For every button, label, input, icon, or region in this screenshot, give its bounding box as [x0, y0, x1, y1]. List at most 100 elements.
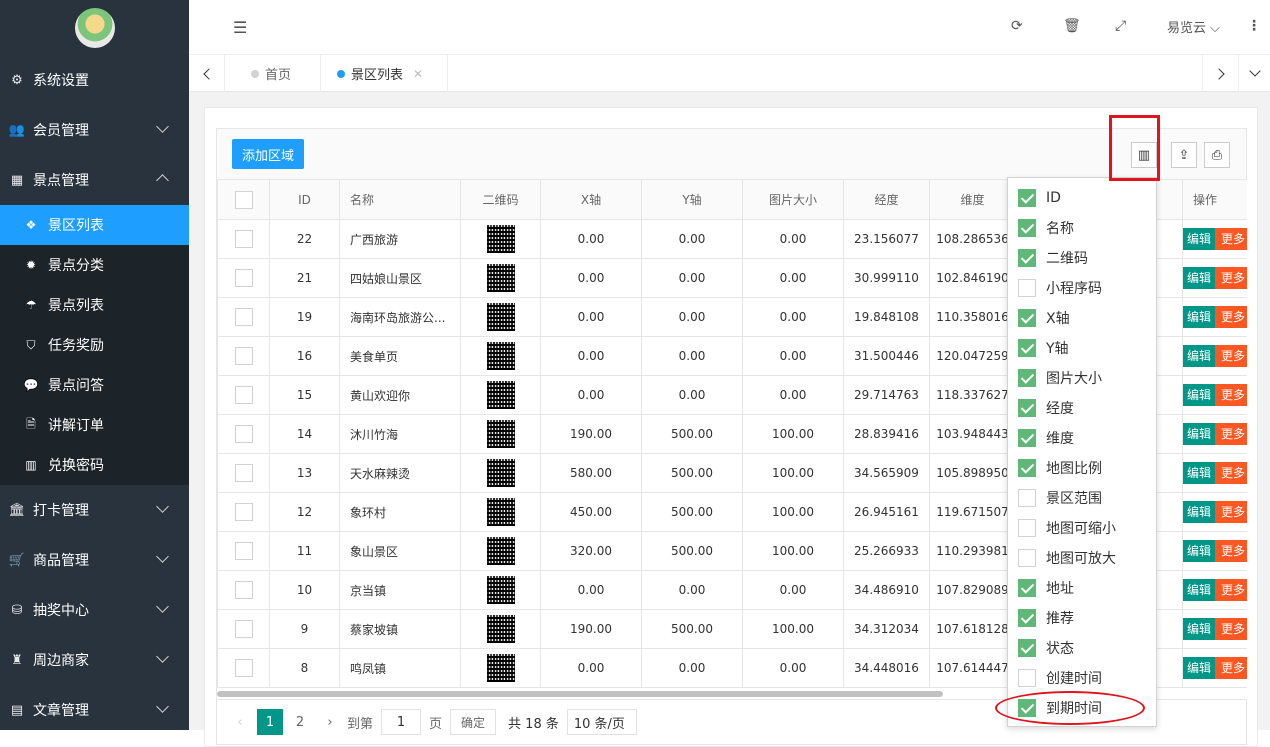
- checked-checkbox-icon[interactable]: [1018, 429, 1036, 447]
- checked-checkbox-icon[interactable]: [1018, 309, 1036, 327]
- user-menu[interactable]: 易览云 ⌵: [1167, 17, 1220, 36]
- more-button[interactable]: 更多 ⌵: [1215, 657, 1247, 679]
- checked-checkbox-icon[interactable]: [1018, 399, 1036, 417]
- checked-checkbox-icon[interactable]: [1018, 189, 1036, 207]
- column-toggle-item[interactable]: 图片大小: [1008, 363, 1156, 393]
- column-header[interactable]: 维度: [929, 179, 1016, 220]
- sidebar-subitem-area-list[interactable]: ❖ 景区列表: [0, 205, 189, 245]
- trash-icon[interactable]: 🗑: [1063, 18, 1081, 34]
- qrcode-image[interactable]: [486, 225, 515, 253]
- more-button[interactable]: 更多 ⌵: [1215, 618, 1247, 640]
- sidebar-item-scenic[interactable]: ▦ 景点管理: [0, 155, 189, 205]
- checked-checkbox-icon[interactable]: [1018, 459, 1036, 477]
- qrcode-image[interactable]: [486, 303, 515, 331]
- edit-button[interactable]: 编辑: [1183, 423, 1216, 445]
- row-checkbox[interactable]: [217, 336, 270, 376]
- page-button[interactable]: 1: [257, 709, 283, 735]
- row-checkbox[interactable]: [217, 258, 270, 298]
- confirm-button[interactable]: 确定: [450, 709, 497, 735]
- unchecked-checkbox-icon[interactable]: [1018, 519, 1036, 537]
- qrcode-image[interactable]: [486, 537, 515, 565]
- sidebar-subitem-orders[interactable]: 🗎 讲解订单: [0, 405, 189, 445]
- edit-button[interactable]: 编辑: [1183, 345, 1216, 367]
- more-button[interactable]: 更多 ⌵: [1215, 306, 1247, 328]
- row-checkbox[interactable]: [217, 492, 270, 532]
- row-checkbox[interactable]: [217, 219, 270, 259]
- edit-button[interactable]: 编辑: [1183, 501, 1216, 523]
- tab-menu-button[interactable]: [1238, 55, 1270, 92]
- more-button[interactable]: 更多 ⌵: [1215, 540, 1247, 562]
- edit-button[interactable]: 编辑: [1183, 384, 1216, 406]
- column-toggle-item[interactable]: 维度: [1008, 423, 1156, 453]
- column-toggle-item[interactable]: 名称: [1008, 213, 1156, 243]
- column-header[interactable]: ID: [269, 179, 340, 220]
- column-toggle-item[interactable]: 地图可放大: [1008, 543, 1156, 573]
- column-toggle-item[interactable]: 景区范围: [1008, 483, 1156, 513]
- checked-checkbox-icon[interactable]: [1018, 639, 1036, 657]
- sidebar-item-merchants[interactable]: ♜ 周边商家: [0, 635, 189, 685]
- checked-checkbox-icon[interactable]: [1018, 369, 1036, 387]
- sidebar-subitem-category[interactable]: ✹ 景点分类: [0, 245, 189, 285]
- column-toggle-item[interactable]: 小程序码: [1008, 273, 1156, 303]
- column-toggle-item[interactable]: Y轴: [1008, 333, 1156, 363]
- sidebar-subitem-codes[interactable]: ▥ 兑换密码: [0, 445, 189, 485]
- column-toggle-item[interactable]: 经度: [1008, 393, 1156, 423]
- close-icon[interactable]: ✕: [413, 67, 423, 81]
- row-checkbox[interactable]: [217, 531, 270, 571]
- more-vertical-icon[interactable]: ⋮: [1247, 18, 1261, 34]
- qrcode-image[interactable]: [486, 420, 515, 448]
- row-checkbox[interactable]: [217, 297, 270, 337]
- page-button[interactable]: 2: [287, 709, 313, 735]
- column-header[interactable]: 二维码: [460, 179, 541, 220]
- page-size-select[interactable]: 10 条/页: [566, 709, 637, 735]
- column-header[interactable]: 图片大小: [742, 179, 844, 220]
- more-button[interactable]: 更多 ⌵: [1215, 384, 1247, 406]
- edit-button[interactable]: 编辑: [1183, 267, 1216, 289]
- refresh-icon[interactable]: ⟳: [1011, 18, 1023, 34]
- qrcode-image[interactable]: [486, 576, 515, 604]
- qrcode-image[interactable]: [486, 342, 515, 370]
- sidebar-subitem-qa[interactable]: 💬 景点问答: [0, 365, 189, 405]
- column-toggle-item[interactable]: ID: [1008, 183, 1156, 213]
- column-toggle-item[interactable]: 创建时间: [1008, 663, 1156, 693]
- more-button[interactable]: 更多 ⌵: [1215, 228, 1247, 250]
- tab-prev-button[interactable]: [189, 55, 225, 92]
- sidebar-item-goods[interactable]: 🛒 商品管理: [0, 535, 189, 585]
- goto-page-input[interactable]: 1: [381, 709, 422, 735]
- sidebar-item-lottery[interactable]: ⛁ 抽奖中心: [0, 585, 189, 635]
- tab-next-button[interactable]: [1202, 55, 1238, 92]
- unchecked-checkbox-icon[interactable]: [1018, 549, 1036, 567]
- menu-fold-icon[interactable]: ☰: [233, 18, 247, 37]
- qrcode-image[interactable]: [486, 654, 515, 682]
- row-checkbox[interactable]: [217, 453, 270, 493]
- sidebar-item-checkin[interactable]: 🏛 打卡管理: [0, 485, 189, 535]
- fullscreen-icon[interactable]: ⤢: [1115, 18, 1126, 34]
- column-header[interactable]: 名称: [339, 179, 461, 220]
- more-button[interactable]: 更多 ⌵: [1215, 267, 1247, 289]
- qrcode-image[interactable]: [486, 498, 515, 526]
- page-prev-icon[interactable]: ‹: [227, 709, 253, 735]
- qrcode-image[interactable]: [486, 381, 515, 409]
- edit-button[interactable]: 编辑: [1183, 462, 1216, 484]
- checked-checkbox-icon[interactable]: [1018, 579, 1036, 597]
- qrcode-image[interactable]: [486, 459, 515, 487]
- edit-button[interactable]: 编辑: [1183, 618, 1216, 640]
- checked-checkbox-icon[interactable]: [1018, 219, 1036, 237]
- checked-checkbox-icon[interactable]: [1018, 609, 1036, 627]
- column-toggle-item[interactable]: 地图比例: [1008, 453, 1156, 483]
- page-next-icon[interactable]: ›: [317, 709, 343, 735]
- sidebar-subitem-rewards[interactable]: ⛉ 任务奖励: [0, 325, 189, 365]
- more-button[interactable]: 更多 ⌵: [1215, 501, 1247, 523]
- qrcode-image[interactable]: [486, 264, 515, 292]
- select-all-checkbox[interactable]: [217, 179, 270, 220]
- column-toggle-item[interactable]: X轴: [1008, 303, 1156, 333]
- row-checkbox[interactable]: [217, 648, 270, 688]
- sidebar-subitem-spot-list[interactable]: ☂ 景点列表: [0, 285, 189, 325]
- edit-button[interactable]: 编辑: [1183, 306, 1216, 328]
- print-icon[interactable]: ⎙: [1204, 142, 1230, 168]
- row-checkbox[interactable]: [217, 375, 270, 415]
- horizontal-scrollbar[interactable]: [217, 691, 943, 697]
- tab-area-list[interactable]: 景区列表 ✕: [321, 55, 448, 92]
- column-toggle-item[interactable]: 地图可缩小: [1008, 513, 1156, 543]
- edit-button[interactable]: 编辑: [1183, 579, 1216, 601]
